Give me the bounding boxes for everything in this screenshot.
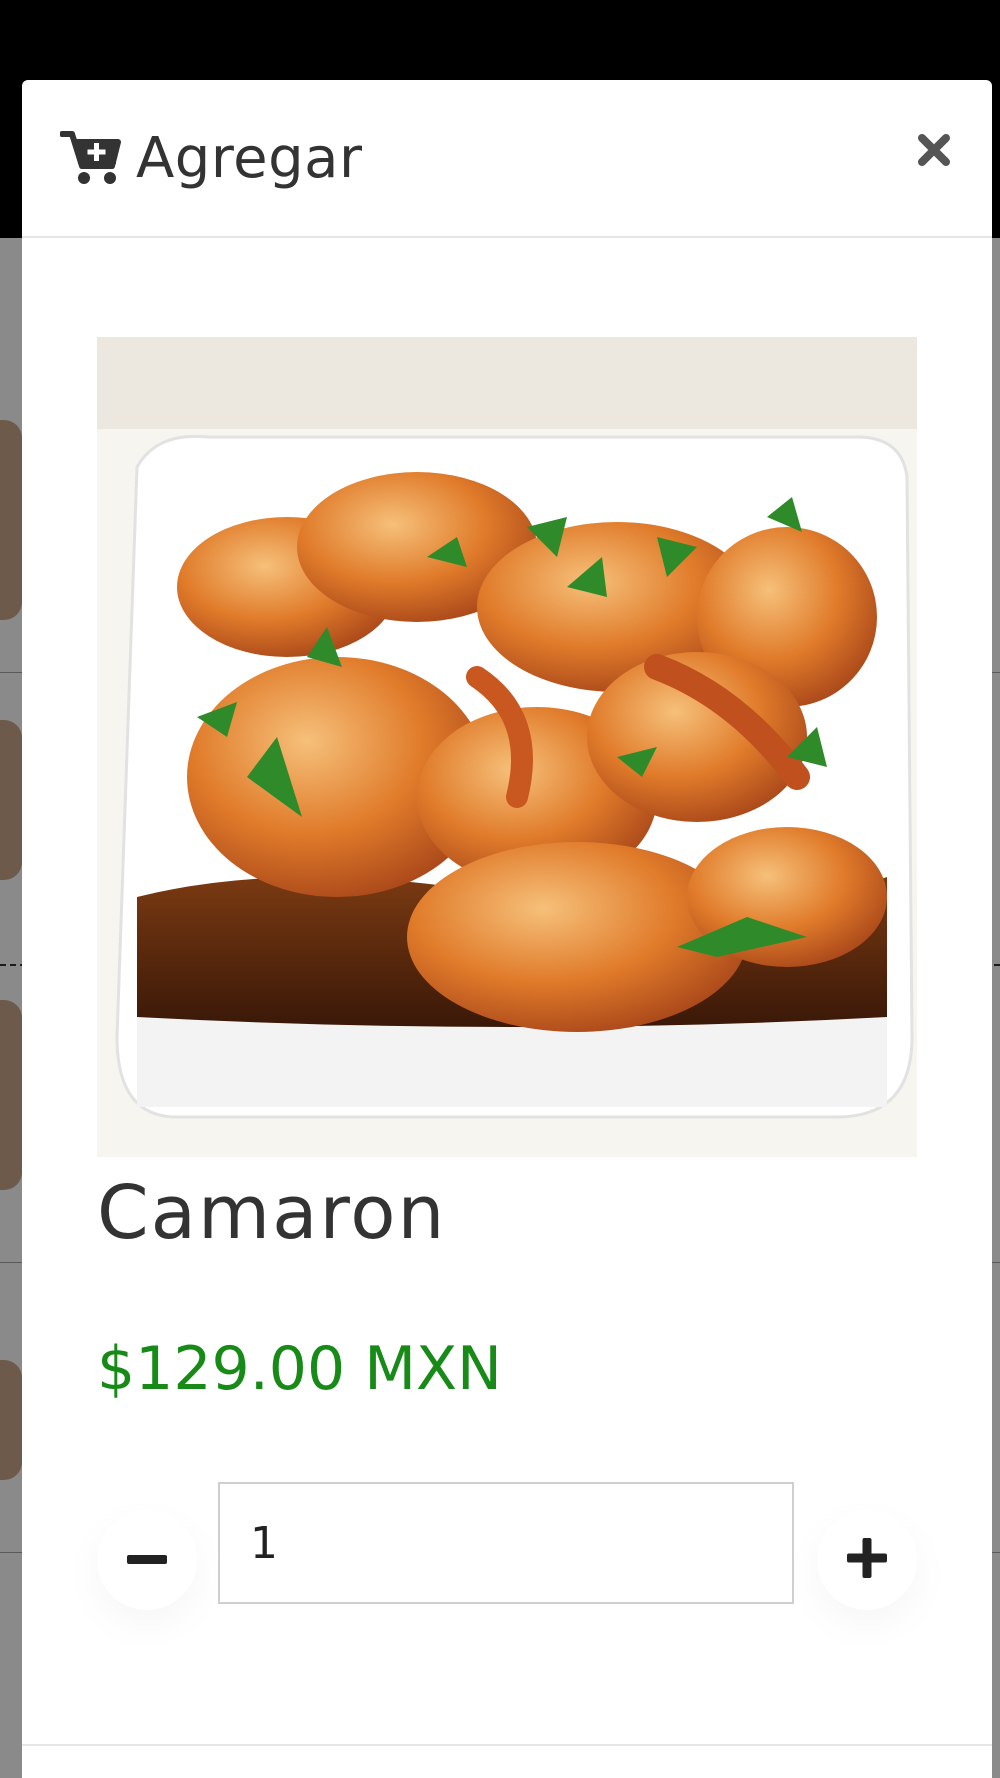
add-to-cart-modal: Agregar Camaron $129.00 MXN 1 — [22, 80, 992, 1778]
background-card — [0, 1360, 22, 1480]
modal-footer-divider — [22, 1744, 992, 1746]
background-card — [0, 720, 22, 880]
modal-header: Agregar — [22, 80, 992, 238]
cart-plus-icon — [59, 130, 122, 186]
product-name: Camaron — [97, 1170, 447, 1256]
product-price: $129.00 MXN — [97, 1334, 502, 1404]
decrease-quantity-button[interactable] — [97, 1510, 197, 1610]
close-icon — [917, 133, 951, 171]
background-card — [0, 1000, 22, 1190]
plus-icon — [847, 1538, 887, 1582]
modal-title: Agregar — [136, 126, 363, 191]
product-image — [97, 337, 917, 1157]
increase-quantity-button[interactable] — [817, 1510, 917, 1610]
quantity-input[interactable] — [218, 1482, 794, 1604]
minus-icon — [127, 1551, 167, 1570]
background-card — [0, 420, 22, 620]
close-button[interactable] — [910, 128, 958, 176]
